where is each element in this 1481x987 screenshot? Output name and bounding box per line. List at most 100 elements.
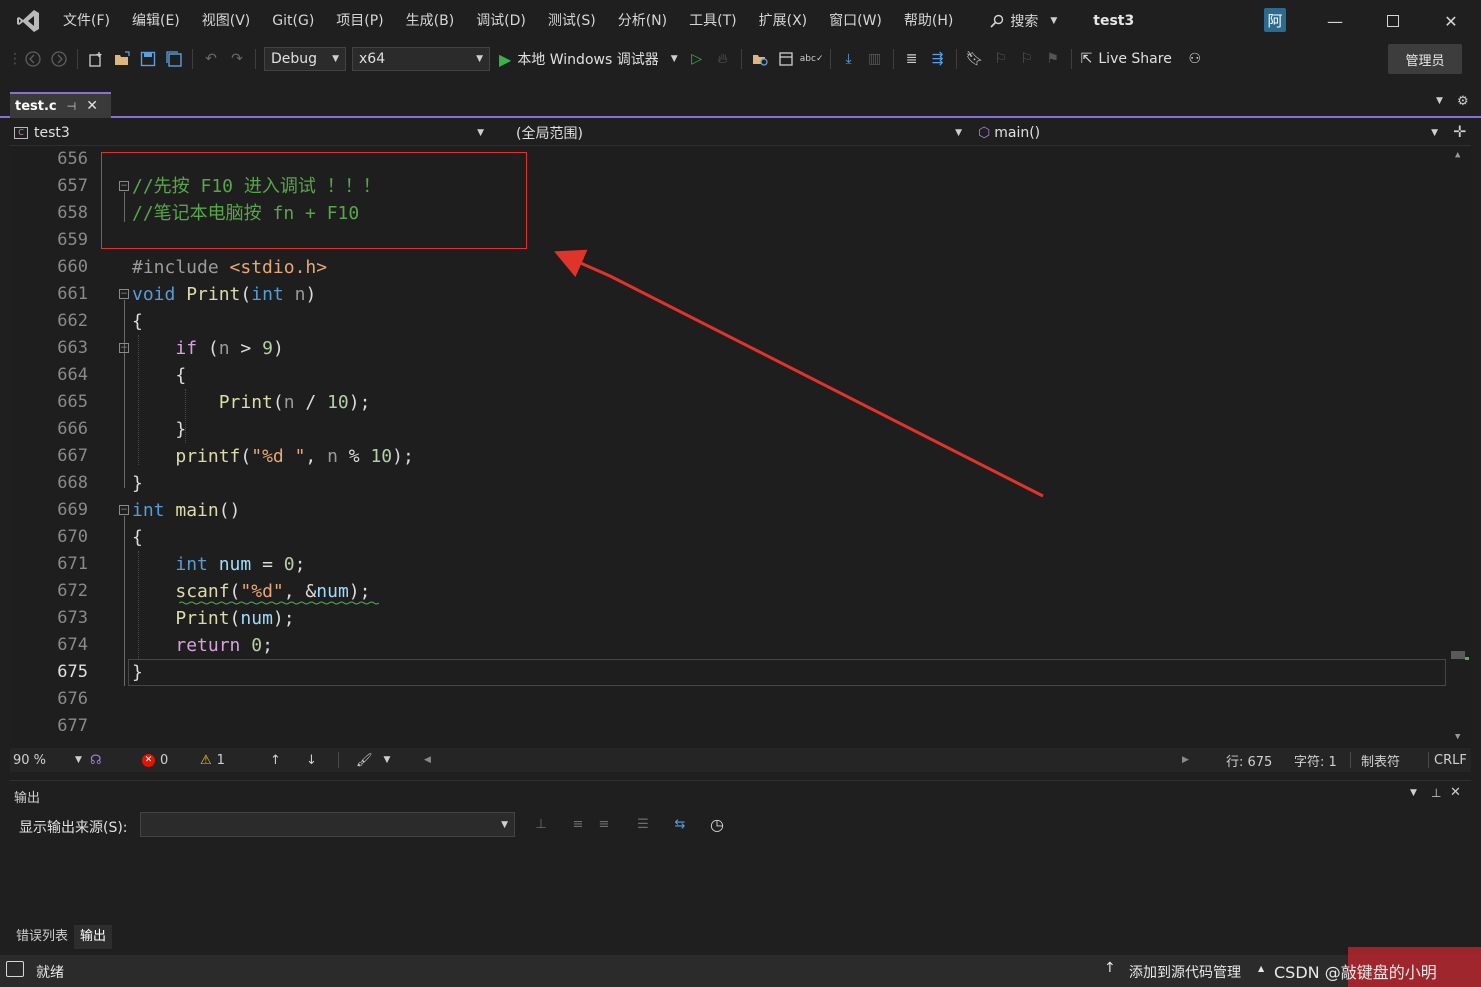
add-to-source-control-button[interactable]: 添加到源代码管理 xyxy=(1129,962,1241,982)
gear-icon[interactable]: ⚙ xyxy=(1457,94,1469,109)
solution-explorer-button[interactable] xyxy=(749,48,771,70)
scrollbar-thumb[interactable] xyxy=(1451,651,1465,659)
search-button[interactable]: 搜索 ▼ xyxy=(982,6,1065,36)
feedback-button[interactable]: ⚇ xyxy=(1184,48,1206,70)
menu-extensions[interactable]: 扩展(X) xyxy=(748,6,819,36)
menu-build[interactable]: 生成(B) xyxy=(395,6,466,36)
scroll-up-icon[interactable]: ▲ xyxy=(1455,150,1460,160)
prev-bookmark-button[interactable]: ⚐ xyxy=(990,48,1012,70)
menu-view[interactable]: 视图(V) xyxy=(191,6,262,36)
administrator-button[interactable]: 管理员 xyxy=(1388,44,1462,74)
error-count[interactable]: ✕ 0 xyxy=(142,748,168,772)
close-icon[interactable]: ✕ xyxy=(86,98,98,114)
collapse-toggle[interactable]: − xyxy=(119,343,129,353)
undo-button[interactable]: ↶ xyxy=(200,48,222,70)
scroll-down-icon[interactable]: ▼ xyxy=(1455,732,1460,742)
word-wrap-icon[interactable]: ⇆ xyxy=(669,813,691,835)
previous-message-icon[interactable]: ≡ xyxy=(567,813,589,835)
vertical-scrollbar[interactable]: ▲ ▼ xyxy=(1449,146,1471,748)
menu-tools[interactable]: 工具(T) xyxy=(678,6,747,36)
close-icon[interactable]: ✕ xyxy=(1450,785,1461,800)
menu-window[interactable]: 窗口(W) xyxy=(818,6,893,36)
next-bookmark-button[interactable]: ⚐ xyxy=(1016,48,1038,70)
open-file-button[interactable] xyxy=(111,48,133,70)
menu-git[interactable]: Git(G) xyxy=(261,6,325,36)
spell-check-button[interactable]: abc✓ xyxy=(800,48,824,70)
menu-analyze[interactable]: 分析(N) xyxy=(607,6,678,36)
tab-list-chevron-icon[interactable]: ▼ xyxy=(1436,96,1443,106)
pane-options-chevron-icon[interactable]: ▼ xyxy=(1410,788,1417,798)
hot-reload-button[interactable]: 🔥︎ xyxy=(712,48,734,70)
play-icon: ▶ xyxy=(499,49,512,69)
start-debugging-button[interactable]: ▶ 本地 Windows 调试器 ▼ xyxy=(499,49,678,69)
close-window-button[interactable]: ✕ xyxy=(1422,0,1480,42)
collapse-toggle[interactable]: − xyxy=(119,505,129,515)
project-icon: C xyxy=(14,127,28,139)
back-icon xyxy=(25,51,41,67)
comment-button[interactable]: ⇶ xyxy=(927,48,949,70)
save-all-button[interactable] xyxy=(163,48,185,70)
code-editor[interactable]: 656 657 658 659 660 661 662 663 664 665 … xyxy=(10,146,1471,748)
menu-edit[interactable]: 编辑(E) xyxy=(121,6,191,36)
line-number: 656 xyxy=(57,149,88,169)
indentation-indicator[interactable]: 制表符 xyxy=(1361,748,1400,772)
menu-help[interactable]: 帮助(H) xyxy=(893,6,964,36)
solution-configuration-select[interactable]: Debug ▼ xyxy=(264,47,346,71)
code-cleanup-button[interactable]: 🖌︎ ▼ xyxy=(356,748,390,772)
navigate-back-button[interactable] xyxy=(22,48,44,70)
line-indicator[interactable]: 行: 675 xyxy=(1226,748,1272,772)
format-button[interactable]: ▥ xyxy=(864,48,886,70)
indent-button[interactable]: ≣ xyxy=(901,48,923,70)
navigate-forward-button[interactable] xyxy=(48,48,70,70)
scroll-right-icon[interactable]: ▶ xyxy=(1182,748,1189,772)
scope-select[interactable]: (全局范围) ▼ xyxy=(516,122,968,144)
minimize-button[interactable]: — xyxy=(1306,0,1364,42)
save-button[interactable] xyxy=(137,48,159,70)
maximize-button[interactable] xyxy=(1364,0,1422,42)
line-ending-indicator[interactable]: CRLF xyxy=(1434,748,1467,772)
code-line: #include <stdio.h> xyxy=(132,257,328,278)
clear-all-icon[interactable]: ☰ xyxy=(632,813,654,835)
scroll-left-icon[interactable]: ◀ xyxy=(424,748,431,772)
tab-output[interactable]: 输出 xyxy=(74,925,113,949)
project-select[interactable]: C test3 ▼ xyxy=(14,122,490,144)
solution-platform-select[interactable]: x64 ▼ xyxy=(352,47,490,71)
find-message-icon[interactable]: ⊥ xyxy=(530,813,552,835)
clear-bookmarks-button[interactable]: ⚑ xyxy=(1042,48,1064,70)
live-share-button[interactable]: ⇱ Live Share xyxy=(1081,51,1172,67)
step-into-button[interactable]: ⤓ xyxy=(838,48,860,70)
output-window-icon[interactable] xyxy=(6,961,24,977)
pin-icon[interactable]: ⊥ xyxy=(1431,786,1441,800)
output-source-select[interactable]: ▼ xyxy=(140,812,515,837)
split-editor-icon[interactable]: ✛ xyxy=(1453,122,1466,141)
next-message-icon[interactable]: ≡ xyxy=(593,813,615,835)
code-line: return 0; xyxy=(175,635,273,656)
collapse-toggle[interactable]: − xyxy=(119,289,129,299)
menu-file[interactable]: 文件(F) xyxy=(52,6,121,36)
redo-button[interactable]: ↷ xyxy=(226,48,248,70)
new-project-button[interactable] xyxy=(85,48,107,70)
menu-debug[interactable]: 调试(D) xyxy=(465,6,537,36)
tab-error-list[interactable]: 错误列表 xyxy=(10,925,74,949)
pin-icon[interactable]: ⊣ xyxy=(67,100,77,113)
warning-count[interactable]: ⚠ 1 xyxy=(200,748,225,772)
menu-test[interactable]: 测试(S) xyxy=(537,6,607,36)
folder-search-icon xyxy=(752,55,768,66)
toggle-bookmark-button[interactable]: 🔖︎ xyxy=(964,48,986,70)
column-indicator[interactable]: 字符: 1 xyxy=(1294,748,1337,772)
account-avatar[interactable]: 阿 xyxy=(1264,8,1286,32)
start-without-debugging-button[interactable]: ▷ xyxy=(686,48,708,70)
next-issue-arrow-icon[interactable]: ↓ xyxy=(306,748,317,772)
tab-test-c[interactable]: test.c ⊣ ✕ xyxy=(10,92,111,118)
menu-project[interactable]: 项目(P) xyxy=(325,6,394,36)
previous-issue-arrow-icon[interactable]: ↑ xyxy=(270,748,281,772)
warning-count-value: 1 xyxy=(216,752,225,768)
editor-status-strip: 90 % ▼ ☊ ✕ 0 ⚠ 1 ↑ ↓ 🖌︎ ▼ ◀ ▶ 行: 675 字符:… xyxy=(10,748,1471,772)
member-select[interactable]: ⬡ main() ▼ xyxy=(978,122,1444,144)
intellicode-icon[interactable]: ☊ xyxy=(90,748,102,772)
chevron-down-icon: ▼ xyxy=(670,54,678,64)
clock-icon[interactable]: ◷ xyxy=(706,813,728,835)
strip-separator xyxy=(1350,752,1351,768)
zoom-select[interactable]: 90 % ▼ xyxy=(13,748,85,772)
toolbox-button[interactable] xyxy=(775,48,797,70)
